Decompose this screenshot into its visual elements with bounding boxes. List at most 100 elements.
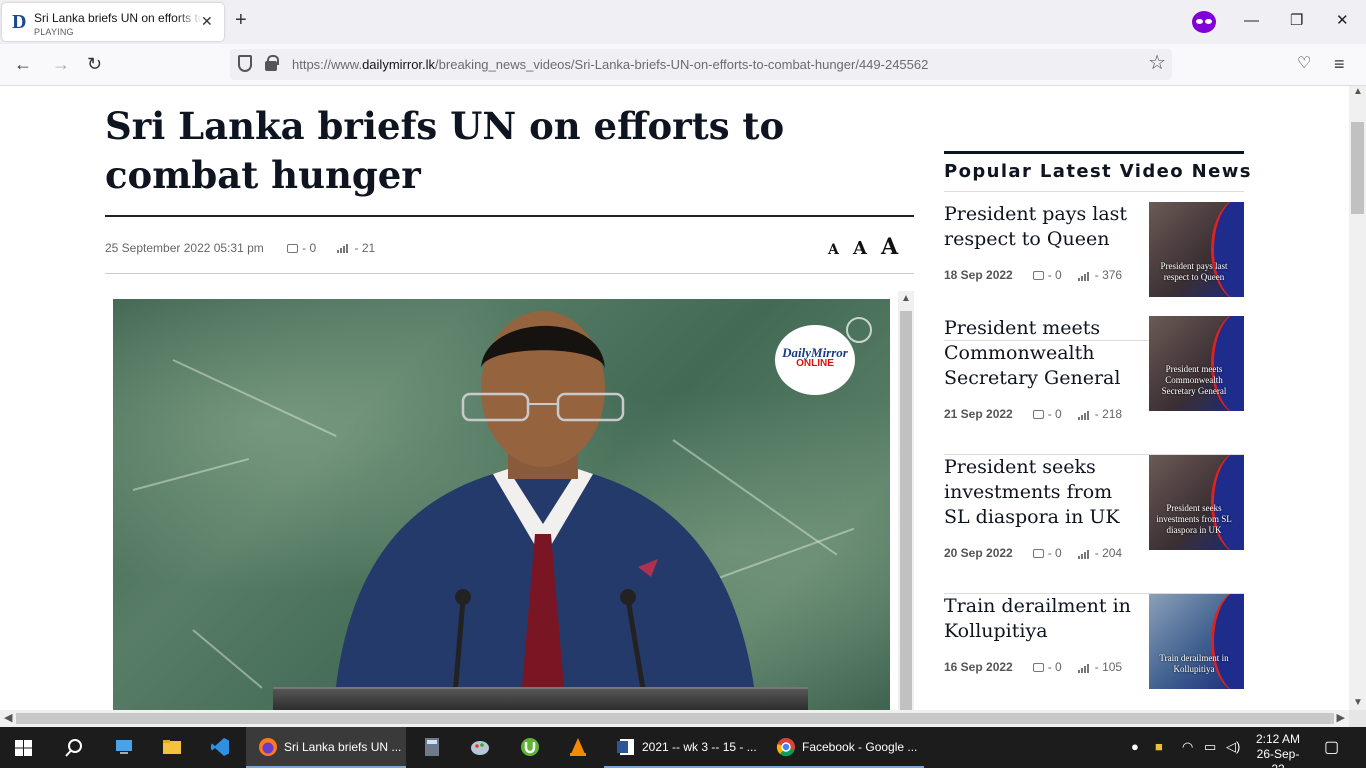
video-news-meta: 20 Sep 2022- 0- 204 — [944, 546, 1123, 560]
inner-scroll-thumb[interactable] — [900, 311, 912, 710]
windows-logo-icon — [15, 740, 32, 756]
scroll-up-icon[interactable]: ▲ — [1353, 86, 1363, 97]
reload-icon[interactable]: ↻ — [87, 54, 102, 74]
video-news-title[interactable]: Train derailment in Kollupitiya — [944, 594, 1139, 644]
tab-bar: D Sri Lanka briefs UN on efforts to comb… — [0, 0, 1366, 44]
page-horizontal-scrollbar[interactable]: ◀ ▶ — [0, 710, 1349, 727]
menu-icon[interactable]: ≡ — [1334, 54, 1345, 74]
tracking-protection-icon[interactable] — [238, 55, 252, 72]
vscode-icon — [211, 738, 229, 756]
url-text[interactable]: https://www.dailymirror.lk/breaking_news… — [292, 57, 928, 72]
marble-texture — [132, 457, 250, 491]
comment-icon — [1032, 663, 1044, 673]
tab-title: Sri Lanka briefs UN on efforts to combat… — [34, 11, 202, 25]
wifi-icon[interactable]: ◠ — [1182, 739, 1193, 755]
video-news-item[interactable]: President seeks investments from SL dias… — [944, 455, 1244, 594]
video-news-item[interactable]: Train derailment in Kollupitiya 16 Sep 2… — [944, 594, 1244, 710]
forward-icon[interactable]: → — [52, 54, 70, 74]
taskbar-utorrent[interactable] — [506, 727, 554, 768]
private-browsing-icon — [1192, 11, 1216, 33]
font-size-medium-button[interactable]: A — [853, 240, 867, 258]
lectern — [273, 687, 808, 710]
video-news-item[interactable]: President meets Commonwealth Secretary G… — [944, 316, 1244, 455]
tab-playing-status: PLAYING — [34, 27, 74, 37]
volume-icon[interactable]: ◁) — [1226, 739, 1240, 755]
horizontal-scroll-thumb[interactable] — [16, 713, 1334, 724]
font-size-small-button[interactable]: A — [828, 243, 839, 257]
firefox-icon — [259, 738, 277, 756]
web-page: Sri Lanka briefs UN on efforts to combat… — [0, 86, 1349, 710]
restore-icon[interactable]: ❐ — [1290, 12, 1303, 30]
taskbar-app-chrome[interactable]: Facebook - Google ... — [764, 727, 924, 768]
taskbar-paint[interactable] — [456, 727, 504, 768]
video-news-title[interactable]: President seeks investments from SL dias… — [944, 455, 1139, 530]
taskbar-vlc[interactable] — [554, 727, 602, 768]
taskbar-pc-app[interactable] — [98, 727, 146, 768]
shield-tray-icon[interactable]: ■ — [1155, 739, 1163, 754]
navigation-toolbar: ← → ↻ https://www.dailymirror.lk/breakin… — [0, 44, 1366, 86]
taskbar-app-firefox[interactable]: Sri Lanka briefs UN ... — [246, 727, 406, 768]
scrollbar-corner — [1349, 710, 1366, 727]
video-thumbnail[interactable]: President seeks investments from SL dias… — [1149, 455, 1244, 550]
taskbar-app-label: Sri Lanka briefs UN ... — [284, 740, 402, 754]
views-signal-icon — [1077, 549, 1092, 559]
windows-taskbar: Sri Lanka briefs UN ... 2021 -- wk 3 -- … — [0, 727, 1366, 776]
inner-scroll-up-icon[interactable]: ▲ — [901, 293, 911, 304]
start-button[interactable] — [0, 727, 48, 768]
scroll-left-icon[interactable]: ◀ — [4, 711, 12, 724]
battery-icon[interactable]: ▭ — [1204, 739, 1216, 755]
comment-icon — [1032, 271, 1044, 281]
calculator-icon — [425, 738, 439, 756]
comment-icon — [1032, 549, 1044, 559]
views-signal-icon — [1077, 410, 1092, 420]
video-news-title[interactable]: President pays last respect to Queen — [944, 202, 1139, 252]
tab-close-icon[interactable]: ✕ — [201, 14, 213, 28]
font-size-large-button[interactable]: A — [881, 236, 898, 258]
video-news-meta: 16 Sep 2022- 0- 105 — [944, 660, 1123, 674]
new-tab-icon[interactable]: + — [235, 10, 247, 30]
notifications-icon[interactable]: ▢ — [1324, 737, 1339, 757]
taskbar-app-label: Facebook - Google ... — [802, 740, 918, 754]
this-pc-icon — [116, 740, 132, 754]
video-thumbnail[interactable]: Train derailment in Kollupitiya — [1149, 594, 1244, 689]
utorrent-tray-icon[interactable]: ● — [1131, 739, 1139, 754]
browser-tab[interactable]: D Sri Lanka briefs UN on efforts to comb… — [2, 3, 224, 41]
taskbar-vscode[interactable] — [196, 727, 244, 768]
video-thumbnail[interactable]: President pays last respect to Queen — [1149, 202, 1244, 297]
chrome-icon — [776, 738, 795, 757]
taskbar-file-explorer[interactable] — [148, 727, 196, 768]
vertical-scroll-thumb[interactable] — [1351, 122, 1364, 214]
video-news-meta: 21 Sep 2022- 0- 218 — [944, 407, 1123, 421]
clock-time: 2:12 AM — [1255, 732, 1301, 746]
minimize-icon[interactable]: — — [1244, 12, 1259, 30]
taskbar-app-word[interactable]: 2021 -- wk 3 -- 15 - ... — [604, 727, 764, 768]
search-button[interactable] — [48, 727, 96, 768]
video-thumbnail[interactable]: President meets Commonwealth Secretary G… — [1149, 316, 1244, 411]
meta-divider — [105, 273, 914, 274]
comment-icon — [1032, 410, 1044, 420]
article-meta: 25 September 2022 05:31 pm - 0 - 21 — [105, 240, 375, 255]
back-icon[interactable]: ← — [14, 54, 32, 74]
page-vertical-scrollbar[interactable]: ▲ ▼ — [1349, 86, 1366, 710]
taskbar-calculator[interactable] — [408, 727, 456, 768]
dailymirror-logo: DailyMirror ONLINE — [775, 325, 855, 395]
lock-icon[interactable] — [265, 55, 279, 71]
video-news-meta: 18 Sep 2022- 0- 376 — [944, 268, 1123, 282]
scroll-down-icon[interactable]: ▼ — [1353, 697, 1363, 708]
sidebar-divider — [944, 191, 1244, 192]
comment-icon — [287, 243, 299, 253]
speaker-figure — [333, 311, 757, 710]
comment-count: - 0 — [287, 240, 316, 255]
sidebar-title: Popular Latest Video News — [944, 161, 1252, 182]
search-icon — [65, 739, 82, 757]
system-clock[interactable]: 2:12 AM 26-Sep-22 — [1252, 732, 1304, 777]
scroll-right-icon[interactable]: ▶ — [1337, 711, 1345, 724]
address-bar[interactable]: https://www.dailymirror.lk/breaking_news… — [230, 49, 1172, 80]
video-news-title[interactable]: President meets Commonwealth Secretary G… — [944, 316, 1139, 391]
video-player[interactable]: DailyMirror ONLINE — [113, 299, 890, 710]
pocket-icon[interactable]: ♡ — [1297, 54, 1311, 74]
marble-texture — [192, 629, 263, 689]
inner-scrollbar[interactable]: ▲ — [898, 291, 914, 710]
bookmark-star-icon[interactable]: ☆ — [1148, 53, 1166, 73]
close-window-icon[interactable]: ✕ — [1336, 12, 1349, 30]
